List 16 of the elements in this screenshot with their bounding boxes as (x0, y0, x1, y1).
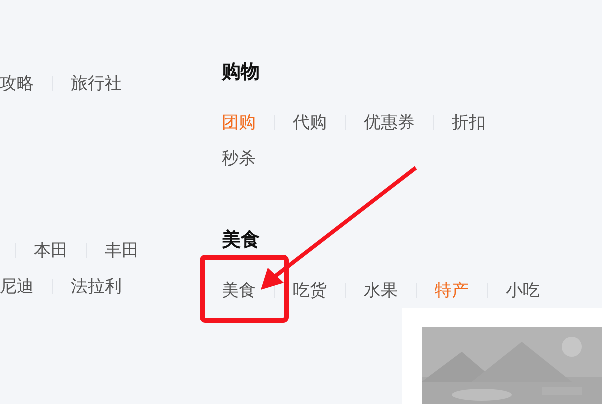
category-link[interactable]: 秒杀 (222, 146, 256, 170)
category-link[interactable]: 美食 (222, 278, 256, 302)
category-link[interactable]: 代购 (293, 110, 327, 134)
category-link[interactable]: 优惠券 (364, 110, 415, 134)
category-link[interactable]: 吃货 (293, 278, 327, 302)
section-title: 美食 (222, 228, 261, 253)
category-link[interactable]: 水果 (364, 278, 398, 302)
category-link[interactable]: 折扣 (452, 110, 486, 134)
section-title: 购物 (222, 60, 261, 85)
category-link[interactable]: 攻略 (0, 72, 34, 94)
category-link[interactable]: 小吃 (506, 278, 540, 302)
category-link[interactable]: 丰田 (105, 238, 139, 262)
category-link[interactable]: 本田 (34, 238, 68, 262)
category-link[interactable]: 法拉利 (71, 274, 122, 298)
category-link[interactable]: 旅行社 (71, 72, 122, 94)
category-link[interactable]: 尼迪 (0, 274, 34, 298)
